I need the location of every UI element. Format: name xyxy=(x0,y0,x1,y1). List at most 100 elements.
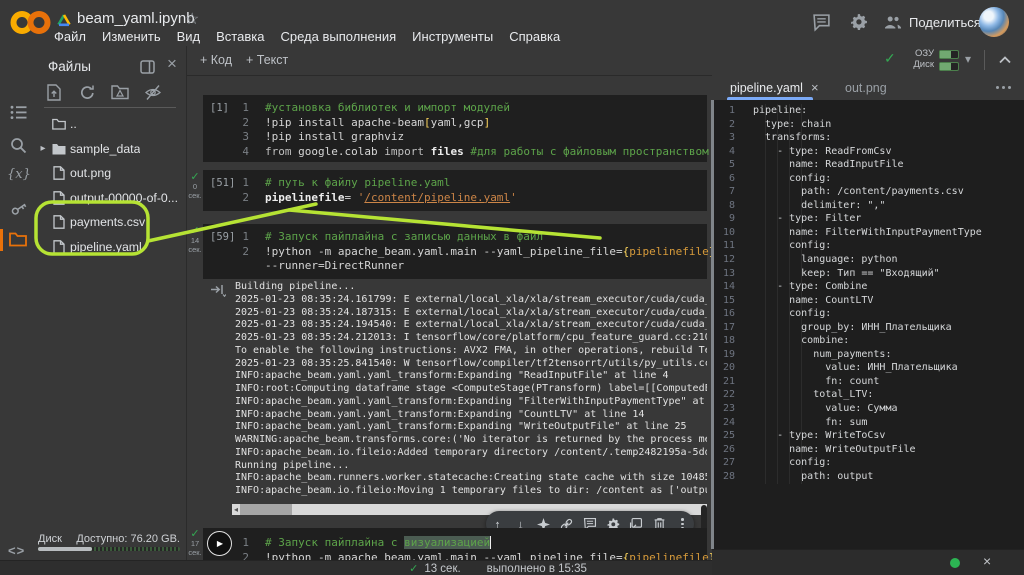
share-people-icon xyxy=(884,14,902,30)
tab-out-png[interactable]: out.png xyxy=(845,81,887,95)
avatar[interactable] xyxy=(979,7,1009,37)
yaml-line: 15 name: CountLTV xyxy=(712,294,1024,308)
log-line: INFO:root:Computing dataframe stage <Com… xyxy=(235,383,707,396)
scrollbar-thumb[interactable] xyxy=(240,504,292,515)
file-row[interactable]: pipeline.yaml xyxy=(36,235,186,259)
yaml-text: value: Сумма xyxy=(735,402,898,416)
code-text: !pip install apache-beam[yaml,gcp] xyxy=(265,116,490,131)
file-row[interactable]: out.png xyxy=(36,161,186,185)
add-code-button[interactable]: + Код xyxy=(200,53,232,67)
code-editor[interactable]: 1# Запуск пайплайна с записью данных в ф… xyxy=(203,230,707,274)
line-number: 24 xyxy=(712,416,735,430)
file-icon xyxy=(50,215,68,229)
yaml-line: 9 - type: Filter xyxy=(712,212,1024,226)
code-line: 1# путь к файлу pipeline.yaml xyxy=(203,176,707,191)
file-row[interactable]: ▸sample_data xyxy=(36,137,186,161)
yaml-text: - type: ReadFromCsv xyxy=(735,145,891,159)
variables-icon[interactable]: {x} xyxy=(7,167,31,182)
upload-file-icon[interactable] xyxy=(46,84,62,101)
yaml-line: 1pipeline: xyxy=(712,104,1024,118)
settings-gear-icon[interactable] xyxy=(849,12,868,31)
code-cell-3[interactable]: [59] 1# Запуск пайплайна с записью данны… xyxy=(203,224,707,279)
file-icon xyxy=(50,191,68,205)
file-row[interactable]: .. xyxy=(36,112,186,136)
line-number: 27 xyxy=(712,456,735,470)
line-number: 3 xyxy=(712,131,735,145)
file-name: pipeline.yaml xyxy=(68,240,142,254)
cell-run-status: ✓ 0 сек. xyxy=(186,172,204,200)
menu-item[interactable]: Среда выполнения xyxy=(272,29,404,44)
code-editor[interactable]: 1#установка библиотек и импорт модулей2!… xyxy=(203,101,707,159)
close-panel-icon[interactable]: × xyxy=(167,54,177,74)
tab-pipeline-yaml[interactable]: pipeline.yaml × xyxy=(730,80,819,95)
comments-icon[interactable] xyxy=(812,13,831,32)
collapse-toolbar-icon[interactable] xyxy=(998,55,1012,64)
file-row[interactable]: output-00000-of-0... xyxy=(36,186,186,210)
cell-output-icon[interactable] xyxy=(210,282,226,297)
menu-item[interactable]: Изменить xyxy=(94,29,169,44)
resource-meters[interactable] xyxy=(939,50,959,74)
add-text-button[interactable]: + Текст xyxy=(246,53,288,67)
files-folder-icon[interactable] xyxy=(9,232,27,247)
cell-run-status: ✓ 14 сек. xyxy=(186,226,204,254)
file-icon xyxy=(50,166,68,180)
tab-close-icon[interactable]: × xyxy=(811,80,819,95)
tab-more-options-icon[interactable] xyxy=(996,86,1011,89)
yaml-text: - type: Filter xyxy=(735,212,861,226)
star-icon[interactable]: ☆ xyxy=(185,9,199,29)
menu-item[interactable]: Инструменты xyxy=(404,29,501,44)
share-button[interactable]: Поделиться xyxy=(884,14,981,30)
menu-item[interactable]: Справка xyxy=(501,29,568,44)
right-panel-statusbar: × xyxy=(712,549,1024,575)
line-number: 14 xyxy=(712,280,735,294)
yaml-line: 14 - type: Combine xyxy=(712,280,1024,294)
dock-panel-icon[interactable] xyxy=(140,60,155,74)
line-number: 3 xyxy=(203,130,265,145)
line-number: 8 xyxy=(712,199,735,213)
menu-item[interactable]: Вид xyxy=(169,29,209,44)
log-line: To enable the following instructions: AV… xyxy=(235,345,707,358)
menu-item[interactable]: Файл xyxy=(46,29,94,44)
resources-dropdown-icon[interactable]: ▾ xyxy=(965,52,971,66)
panel-resize-handle[interactable] xyxy=(711,100,714,549)
code-text: from google.colab import files #для рабо… xyxy=(265,145,749,160)
yaml-line: 26 name: WriteOutputFile xyxy=(712,443,1024,457)
line-number: 1 xyxy=(203,176,265,191)
yaml-text: pipeline: xyxy=(735,104,807,118)
line-number: 12 xyxy=(712,253,735,267)
line-number: 2 xyxy=(203,245,265,260)
notebook-title[interactable]: beam_yaml.ipynb xyxy=(77,10,195,27)
code-text: #установка библиотек и импорт модулей xyxy=(265,101,510,116)
code-snippets-icon[interactable]: <> xyxy=(8,543,25,558)
yaml-line: 6 config: xyxy=(712,172,1024,186)
panel-close-icon[interactable]: × xyxy=(983,553,991,569)
yaml-editor[interactable]: 1pipeline:2 type: chain3 transforms:4 - … xyxy=(712,100,1024,549)
resource-labels: ОЗУ Диск xyxy=(904,48,934,70)
code-line: 4from google.colab import files #для раб… xyxy=(203,145,707,160)
yaml-line: 24 fn: sum xyxy=(712,416,1024,430)
drive-file-icon xyxy=(56,13,72,27)
code-cell-1[interactable]: [1] 1#установка библиотек и импорт модул… xyxy=(203,95,707,162)
refresh-icon[interactable] xyxy=(79,84,96,101)
mount-drive-icon[interactable] xyxy=(111,84,129,100)
code-line: --runner=DirectRunner xyxy=(203,259,707,274)
hide-hidden-files-icon[interactable] xyxy=(144,84,162,101)
file-row[interactable]: payments.csv xyxy=(36,210,186,234)
search-icon[interactable] xyxy=(10,137,27,154)
menu-item[interactable]: Вставка xyxy=(208,29,272,44)
file-icon xyxy=(50,240,68,254)
ram-label: ОЗУ xyxy=(904,48,934,59)
scroll-left-arrow[interactable]: ◂ xyxy=(232,505,240,514)
yaml-line: 23 value: Сумма xyxy=(712,402,1024,416)
expand-caret-icon[interactable]: ▸ xyxy=(36,143,50,154)
log-line: 2025-01-23 08:35:24.161799: E external/l… xyxy=(235,294,707,307)
line-number: 23 xyxy=(712,402,735,416)
yaml-text: type: chain xyxy=(735,118,831,132)
yaml-text: config: xyxy=(735,307,831,321)
yaml-line: 18 combine: xyxy=(712,334,1024,348)
code-cell-2[interactable]: [51] 1# путь к файлу pipeline.yaml2pipel… xyxy=(203,170,707,211)
code-editor[interactable]: 1# путь к файлу pipeline.yaml2pipelinefi… xyxy=(203,176,707,205)
toolbar-divider xyxy=(984,50,985,70)
secrets-key-icon[interactable] xyxy=(9,199,28,218)
table-of-contents-icon[interactable] xyxy=(10,105,27,120)
